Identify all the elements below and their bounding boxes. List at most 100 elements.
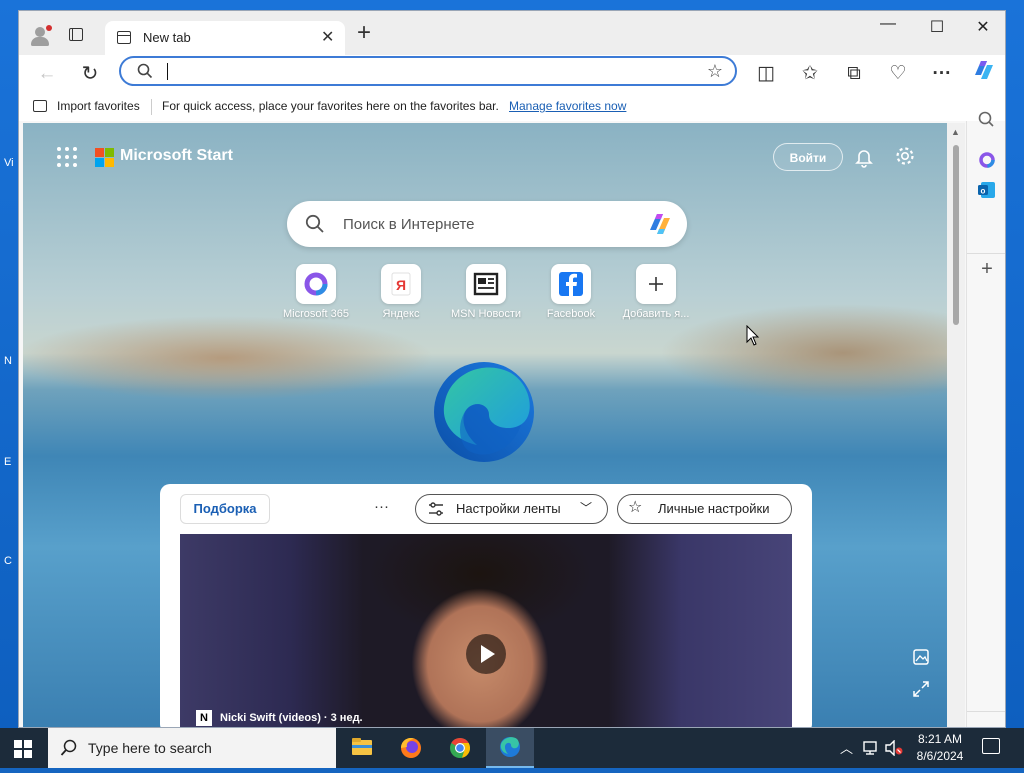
- feed-settings-button[interactable]: Настройки ленты ﹀: [415, 494, 608, 524]
- tab-actions-icon[interactable]: [69, 28, 83, 41]
- split-screen-icon[interactable]: ◫: [753, 61, 779, 87]
- edge-icon: [500, 737, 520, 757]
- chevron-down-icon: ﹀: [580, 501, 593, 515]
- brand-title[interactable]: Microsoft Start: [120, 147, 233, 165]
- taskbar-edge[interactable]: [486, 728, 534, 768]
- quick-link-facebook[interactable]: Facebook: [528, 264, 614, 320]
- facebook-icon: [551, 264, 591, 304]
- quick-link-yandex[interactable]: Я Яндекс: [358, 264, 444, 320]
- taskbar-chrome[interactable]: [436, 728, 484, 768]
- add-favorite-star-icon[interactable]: ☆: [707, 61, 723, 82]
- personal-settings-label: Личные настройки: [658, 501, 770, 516]
- sidebar-m365-icon[interactable]: [967, 149, 1006, 171]
- manage-favorites-link[interactable]: Manage favorites now: [509, 99, 626, 113]
- favorites-bar: Import favorites For quick access, place…: [19, 93, 1005, 121]
- close-window-icon[interactable]: ✕: [968, 17, 998, 37]
- quick-link-add[interactable]: Добавить я...: [613, 264, 699, 320]
- sidebar-outlook-icon[interactable]: o: [967, 179, 1006, 201]
- edge-browser-window: New tab ✕ + — ☐ ✕ ← ↻ ☆ ◫ ✩ ⧉ ♡ ··· Impo…: [18, 10, 1006, 728]
- quick-link-msn-news[interactable]: MSN Новости: [443, 264, 529, 320]
- background-image-icon[interactable]: [911, 647, 931, 667]
- quick-link-label: Microsoft 365: [282, 308, 350, 320]
- action-center-notification-icon[interactable]: [982, 738, 1000, 754]
- tab-title: New tab: [143, 30, 191, 45]
- quick-link-label: MSN Новости: [450, 308, 522, 320]
- quick-links: Microsoft 365 Я Яндекс MSN Новости Faceb…: [273, 264, 703, 324]
- quick-link-microsoft-365[interactable]: Microsoft 365: [273, 264, 359, 320]
- search-icon: [137, 63, 153, 79]
- chrome-icon: [450, 737, 471, 758]
- taskbar-clock-date[interactable]: 8/6/2024: [910, 749, 970, 763]
- hero-video-card[interactable]: N Nicki Swift (videos) · 3 нед.: [180, 534, 792, 727]
- svg-text:Я: Я: [396, 277, 406, 293]
- sign-in-button[interactable]: Войти: [773, 143, 843, 171]
- network-icon[interactable]: [862, 740, 880, 756]
- windows-start-icon[interactable]: [14, 740, 32, 758]
- more-menu-icon[interactable]: ···: [929, 61, 955, 87]
- profile-icon[interactable]: [29, 25, 52, 47]
- desktop-icon-label[interactable]: Vi: [4, 157, 14, 169]
- app-launcher-icon[interactable]: [57, 147, 77, 167]
- sliders-icon: [429, 502, 443, 516]
- edge-sidebar: o +: [966, 111, 1006, 727]
- taskbar-file-explorer[interactable]: [338, 728, 386, 768]
- show-hidden-icons-chevron-up-icon[interactable]: ︿: [840, 738, 853, 757]
- taskbar-search-box[interactable]: Type here to search: [48, 728, 336, 768]
- sparkle-star-icon: ☆: [628, 499, 643, 516]
- page-settings-gear-icon[interactable]: [894, 145, 916, 167]
- taskbar-firefox[interactable]: [387, 728, 435, 768]
- feed-settings-label: Настройки ленты: [456, 501, 561, 516]
- sidebar-settings-gear-icon[interactable]: [967, 711, 1005, 726]
- browser-essentials-icon[interactable]: ♡: [885, 61, 911, 87]
- collections-icon[interactable]: ⧉: [841, 61, 867, 87]
- quick-link-label: Facebook: [546, 308, 596, 320]
- sidebar-search-icon[interactable]: [967, 109, 1006, 131]
- file-explorer-icon: [352, 738, 372, 755]
- close-tab-icon[interactable]: ✕: [321, 27, 334, 47]
- page-icon: [117, 31, 131, 44]
- expand-icon[interactable]: [911, 679, 931, 699]
- new-tab-plus-icon[interactable]: +: [357, 21, 371, 45]
- back-arrow-icon[interactable]: ←: [34, 61, 60, 87]
- text-caret: [167, 63, 168, 80]
- web-search-box[interactable]: Поиск в Интернете: [287, 201, 687, 247]
- import-favorites-icon[interactable]: [33, 100, 47, 112]
- new-tab-page: Microsoft Start Войти Поиск в Интернете …: [23, 123, 947, 727]
- more-topics-icon[interactable]: ···: [374, 498, 389, 515]
- address-bar[interactable]: ☆: [119, 56, 737, 86]
- tab-new-tab[interactable]: New tab ✕: [105, 21, 345, 55]
- refresh-icon[interactable]: ↻: [77, 61, 103, 87]
- scroll-thumb[interactable]: [953, 145, 959, 325]
- tab-top-picks[interactable]: Подборка: [180, 494, 270, 524]
- copilot-icon[interactable]: [645, 210, 675, 238]
- web-search-placeholder: Поиск в Интернете: [343, 216, 475, 233]
- quick-link-label: Добавить я...: [622, 308, 690, 320]
- scroll-up-icon[interactable]: ▲: [951, 127, 960, 137]
- taskbar-search-placeholder: Type here to search: [88, 740, 212, 756]
- favorites-icon[interactable]: ✩: [797, 61, 823, 87]
- taskbar-clock-time[interactable]: 8:21 AM: [910, 732, 970, 746]
- play-icon[interactable]: [466, 634, 506, 674]
- maximize-icon[interactable]: ☐: [922, 17, 952, 37]
- tab-strip: New tab ✕ + — ☐ ✕: [19, 11, 1005, 55]
- import-favorites-button[interactable]: Import favorites: [57, 99, 140, 113]
- msn-news-icon: [466, 264, 506, 304]
- firefox-icon: [401, 738, 421, 758]
- quick-link-label: Яндекс: [382, 308, 420, 320]
- yandex-icon: Я: [381, 264, 421, 304]
- plus-icon: [636, 264, 676, 304]
- desktop-icon-label[interactable]: N: [4, 355, 12, 367]
- notifications-bell-icon[interactable]: [853, 146, 875, 168]
- favorites-hint: For quick access, place your favorites h…: [162, 99, 499, 113]
- desktop-icon-label[interactable]: C: [4, 555, 12, 567]
- desktop-icon-label[interactable]: E: [4, 456, 11, 468]
- minimize-icon[interactable]: —: [873, 15, 903, 33]
- personal-settings-button[interactable]: ☆ Личные настройки: [617, 494, 792, 524]
- source-logo-icon: N: [196, 710, 212, 726]
- page-scrollbar[interactable]: ▲: [947, 123, 965, 727]
- windows-taskbar: Type here to search ︿ 8:21 AM 8/6/2024: [0, 728, 1024, 768]
- volume-muted-icon[interactable]: [884, 740, 904, 756]
- sidebar-add-icon[interactable]: +: [967, 253, 1005, 281]
- copilot-icon[interactable]: [971, 57, 997, 83]
- hero-source-label: Nicki Swift (videos) · 3 нед.: [220, 712, 363, 724]
